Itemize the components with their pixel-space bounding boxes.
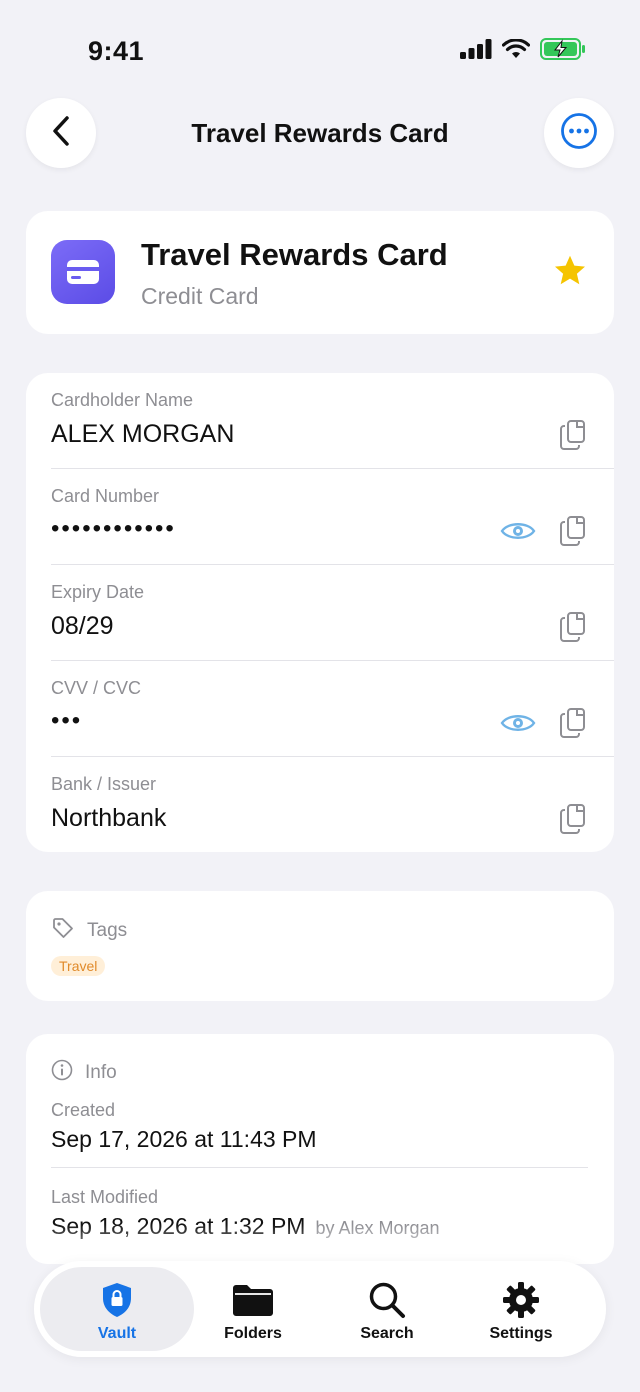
created-value: Sep 17, 2026 at 11:43 PM <box>51 1126 317 1152</box>
tag-icon <box>51 916 75 946</box>
tab-folders[interactable]: Folders <box>176 1267 330 1351</box>
field-label: Bank / Issuer <box>51 774 157 794</box>
tab-label: Settings <box>489 1325 553 1342</box>
status-bar: 9:41 <box>0 0 640 100</box>
ellipsis-circle-icon <box>560 112 598 155</box>
copy-icon[interactable] <box>558 418 588 452</box>
status-time: 9:41 <box>88 36 145 66</box>
more-options-button[interactable] <box>544 98 614 168</box>
scroll-fade <box>26 1224 614 1264</box>
tab-search[interactable]: Search <box>310 1267 464 1351</box>
field-expiry-date: Expiry Date 08/29 <box>26 565 614 661</box>
credit-card-icon <box>51 240 115 304</box>
cellular-signal-icon <box>460 39 492 64</box>
field-label: Card Number <box>51 486 160 506</box>
field-label: Cardholder Name <box>51 390 194 410</box>
info-section-header: Info <box>51 1059 117 1087</box>
field-value[interactable]: ALEX MORGAN <box>51 420 234 449</box>
search-icon <box>368 1281 406 1319</box>
status-icons <box>460 38 586 65</box>
modified-label: Last Modified <box>51 1187 159 1207</box>
field-card-number: Card Number •••••••••••• <box>26 469 614 565</box>
nav-bar: Travel Rewards Card <box>0 98 640 170</box>
field-cardholder-name: Cardholder Name ALEX MORGAN <box>26 373 614 469</box>
tab-label: Vault <box>97 1325 137 1342</box>
info-heading: Info <box>85 1062 117 1083</box>
copy-icon[interactable] <box>558 802 588 836</box>
item-type-label: Credit Card <box>141 283 259 309</box>
battery-charging-icon <box>540 38 586 65</box>
tags-heading: Tags <box>87 920 128 941</box>
tab-settings[interactable]: Settings <box>444 1267 598 1351</box>
tags-card: Tags Travel <box>26 891 614 1001</box>
fields-card: Cardholder Name ALEX MORGAN Card Number … <box>26 373 614 852</box>
reveal-eye-icon[interactable] <box>500 708 536 738</box>
field-value[interactable]: 08/29 <box>51 612 114 641</box>
divider <box>51 1167 588 1168</box>
tab-label: Folders <box>224 1325 282 1342</box>
item-title: Travel Rewards Card <box>141 237 448 272</box>
shield-lock-icon <box>101 1281 133 1319</box>
item-header-card: Travel Rewards Card Credit Card <box>26 211 614 334</box>
copy-icon[interactable] <box>558 706 588 740</box>
field-value[interactable]: Northbank <box>51 804 166 833</box>
tab-bar: Vault Folders Search Settings <box>34 1261 606 1357</box>
field-value-masked[interactable]: ••• <box>51 707 82 735</box>
info-card: Info Created Sep 17, 2026 at 11:43 PM La… <box>26 1034 614 1264</box>
copy-icon[interactable] <box>558 514 588 548</box>
wifi-icon <box>501 38 531 64</box>
tags-section-header: Tags <box>51 916 127 946</box>
tab-vault[interactable]: Vault <box>40 1267 194 1351</box>
copy-icon[interactable] <box>558 610 588 644</box>
info-circle-icon <box>51 1059 73 1087</box>
favorite-star-icon[interactable] <box>552 253 588 294</box>
field-cvv: CVV / CVC ••• <box>26 661 614 757</box>
tab-label: Search <box>360 1325 414 1342</box>
folder-icon <box>232 1281 274 1319</box>
reveal-eye-icon[interactable] <box>500 516 536 546</box>
field-label: CVV / CVC <box>51 678 142 698</box>
field-bank-issuer: Bank / Issuer Northbank <box>26 757 614 853</box>
created-label: Created <box>51 1100 116 1120</box>
tag-chip[interactable]: Travel <box>51 956 106 976</box>
gear-icon <box>502 1281 540 1319</box>
field-label: Expiry Date <box>51 582 145 602</box>
field-value-masked[interactable]: •••••••••••• <box>51 515 176 543</box>
